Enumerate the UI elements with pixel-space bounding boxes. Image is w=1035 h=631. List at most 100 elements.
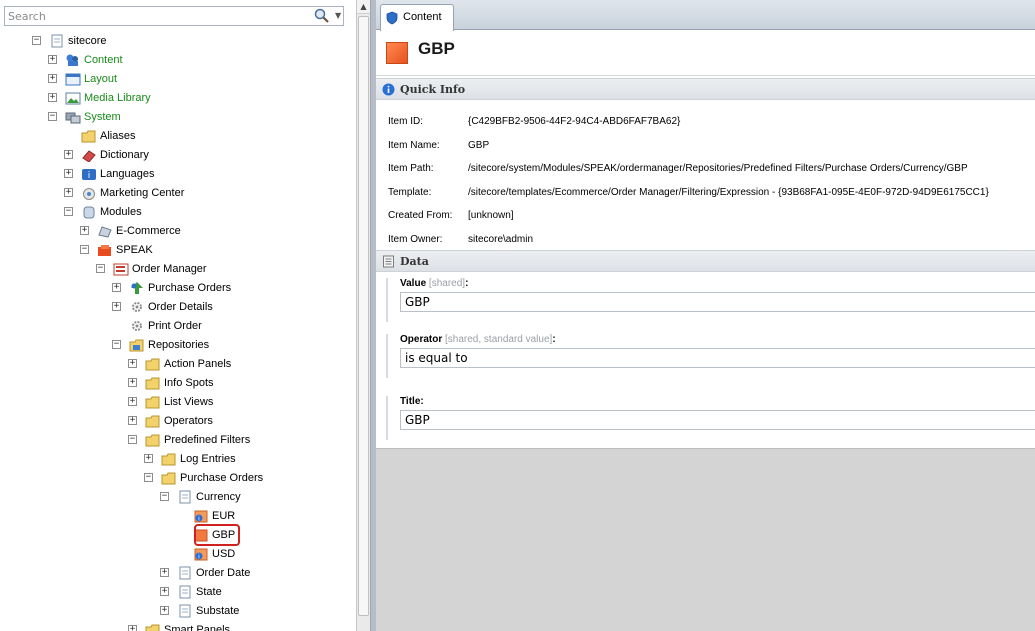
tree-node[interactable]: + Purchase Orders (0, 279, 355, 298)
expand-icon[interactable]: + (64, 150, 73, 159)
expand-icon[interactable]: + (160, 568, 169, 577)
dropdown-arrow-icon[interactable]: ▼ (335, 11, 341, 20)
collapse-icon[interactable]: − (80, 245, 89, 254)
tree-node[interactable]: + Media Library (0, 89, 355, 108)
tree-node[interactable]: + Order Details (0, 298, 355, 317)
tree-node[interactable]: + Layout (0, 70, 355, 89)
tree-node-label[interactable]: Log Entries (180, 453, 236, 465)
tree-node[interactable]: − System (0, 108, 355, 127)
tree-node[interactable]: + E-Commerce (0, 222, 355, 241)
tree-node[interactable]: GBP (0, 526, 355, 545)
tree-node[interactable]: − Currency (0, 488, 355, 507)
search-icon[interactable] (313, 8, 331, 24)
tree-node[interactable]: Aliases (0, 127, 355, 146)
expand-icon[interactable]: + (128, 416, 137, 425)
tree-node-label[interactable]: USD (212, 548, 235, 560)
tree-node-label[interactable]: Content (84, 54, 123, 66)
field-input[interactable] (400, 348, 1035, 368)
tree-node[interactable]: − Repositories (0, 336, 355, 355)
tree-node-label[interactable]: System (84, 111, 121, 123)
collapse-icon[interactable]: − (48, 112, 57, 121)
tree-node[interactable]: − Predefined Filters (0, 431, 355, 450)
tree-node-label[interactable]: SPEAK (116, 244, 153, 256)
tree-node[interactable]: − Order Manager (0, 260, 355, 279)
scrollbar-thumb[interactable] (358, 16, 369, 616)
tree-node-label[interactable]: Currency (196, 491, 241, 503)
tree-node-label[interactable]: Aliases (100, 130, 135, 142)
expand-icon[interactable]: + (160, 587, 169, 596)
expand-icon[interactable]: + (128, 378, 137, 387)
tree-node-label[interactable]: sitecore (68, 35, 107, 47)
tree-node[interactable]: − Purchase Orders (0, 469, 355, 488)
tree-node-label[interactable]: List Views (164, 396, 213, 408)
tree-node[interactable]: − Modules (0, 203, 355, 222)
collapse-icon[interactable]: − (64, 207, 73, 216)
expand-icon[interactable]: + (48, 74, 57, 83)
tree-node-label[interactable]: E-Commerce (116, 225, 181, 237)
field-input[interactable] (400, 410, 1035, 430)
tree-node-label[interactable]: Order Date (196, 567, 250, 579)
tree-node[interactable]: + i Languages (0, 165, 355, 184)
tree-node[interactable]: + Order Date (0, 564, 355, 583)
collapse-icon[interactable]: − (160, 492, 169, 501)
expand-icon[interactable]: + (48, 93, 57, 102)
expand-icon[interactable]: + (128, 397, 137, 406)
tree-scrollbar[interactable]: ▲ (356, 0, 370, 631)
collapse-icon[interactable]: − (128, 435, 137, 444)
expand-icon[interactable]: + (160, 606, 169, 615)
tree-node-label[interactable]: Purchase Orders (180, 472, 263, 484)
tree-node-label[interactable]: Info Spots (164, 377, 214, 389)
tree-node[interactable]: + Substate (0, 602, 355, 621)
expand-icon[interactable]: + (64, 169, 73, 178)
expand-icon[interactable]: + (64, 188, 73, 197)
tree-node[interactable]: + Operators (0, 412, 355, 431)
collapse-icon[interactable]: − (96, 264, 105, 273)
tree-node[interactable]: − sitecore (0, 32, 355, 51)
tree-node-label[interactable]: Order Details (148, 301, 213, 313)
field-input[interactable] (400, 292, 1035, 312)
data-section-header[interactable]: Data (376, 250, 1035, 272)
tree-node-label[interactable]: Media Library (84, 92, 151, 104)
expand-icon[interactable]: + (80, 226, 89, 235)
tree-node[interactable]: i USD (0, 545, 355, 564)
tree-node-label[interactable]: Marketing Center (100, 187, 184, 199)
tree-node-label[interactable]: Dictionary (100, 149, 149, 161)
tree-node-label[interactable]: Predefined Filters (164, 434, 250, 446)
tree-node-label[interactable]: Operators (164, 415, 213, 427)
search-input[interactable] (5, 7, 305, 25)
scroll-up-arrow[interactable]: ▲ (357, 0, 370, 14)
tab-content[interactable]: Content (380, 4, 454, 31)
tree-node[interactable]: + Marketing Center (0, 184, 355, 203)
search-box[interactable]: ▼ (4, 6, 344, 26)
tree-node-label[interactable]: Modules (100, 206, 142, 218)
tree-node-label[interactable]: Smart Panels (164, 624, 230, 631)
tree-node-label[interactable]: Languages (100, 168, 154, 180)
expand-icon[interactable]: + (112, 302, 121, 311)
expand-icon[interactable]: + (128, 625, 137, 631)
quick-info-header[interactable]: Quick Info (376, 78, 1035, 100)
tree-node[interactable]: + List Views (0, 393, 355, 412)
tree-node-label[interactable]: EUR (212, 510, 235, 522)
tree-node[interactable]: i EUR (0, 507, 355, 526)
collapse-icon[interactable]: − (144, 473, 153, 482)
tree-node-label[interactable]: Repositories (148, 339, 209, 351)
tree-node-label[interactable]: Layout (84, 73, 117, 85)
tree-node[interactable]: Print Order (0, 317, 355, 336)
tree-node[interactable]: + State (0, 583, 355, 602)
expand-icon[interactable]: + (128, 359, 137, 368)
tree-node[interactable]: − SPEAK (0, 241, 355, 260)
tree-node-label[interactable]: Print Order (148, 320, 202, 332)
tree-node[interactable]: + Log Entries (0, 450, 355, 469)
tree-node-label[interactable]: Order Manager (132, 263, 207, 275)
tree-node-label[interactable]: Action Panels (164, 358, 231, 370)
expand-icon[interactable]: + (112, 283, 121, 292)
tree-node[interactable]: + Content (0, 51, 355, 70)
tree-node-label[interactable]: Purchase Orders (148, 282, 231, 294)
tree-node-label[interactable]: Substate (196, 605, 239, 617)
tree-node[interactable]: + Dictionary (0, 146, 355, 165)
expand-icon[interactable]: + (48, 55, 57, 64)
tree-node-label[interactable]: State (196, 586, 222, 598)
tree-node[interactable]: + Info Spots (0, 374, 355, 393)
tree-node[interactable]: + Smart Panels (0, 621, 355, 631)
collapse-icon[interactable]: − (32, 36, 41, 45)
